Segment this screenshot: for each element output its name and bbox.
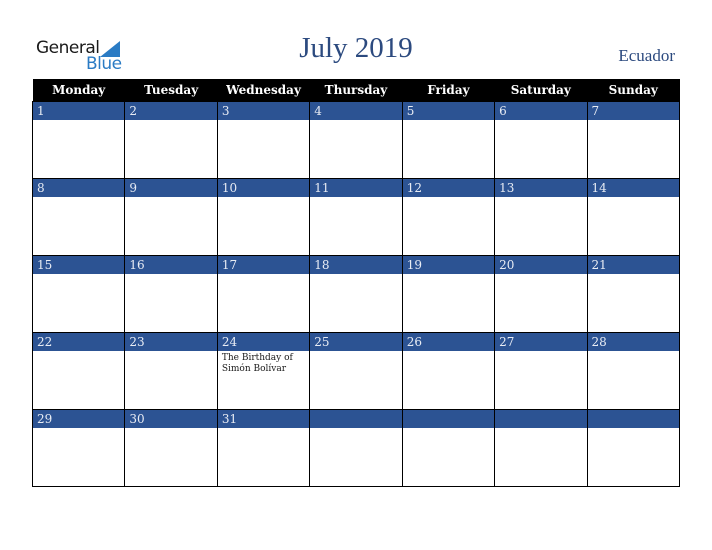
day-number — [310, 410, 402, 428]
day-cell[interactable]: 27 — [494, 332, 588, 410]
day-cell[interactable] — [586, 409, 681, 487]
day-cell[interactable]: 1 — [31, 101, 126, 179]
day-number: 10 — [217, 179, 310, 197]
day-cell[interactable] — [309, 409, 403, 487]
day-cell[interactable]: 14 — [586, 178, 681, 256]
day-number: 29 — [33, 410, 125, 428]
weekday-header: Sunday — [587, 79, 680, 102]
day-number: 8 — [33, 179, 125, 197]
day-cell[interactable]: 16 — [124, 255, 218, 333]
weekday-header: Wednesday — [217, 79, 310, 102]
day-cell[interactable]: 26 — [401, 332, 496, 410]
day-number — [587, 410, 679, 428]
weekday-header: Monday — [32, 79, 125, 102]
day-cell[interactable]: 15 — [31, 255, 126, 333]
day-cell[interactable]: 6 — [494, 101, 588, 179]
day-cell[interactable]: 28 — [586, 332, 681, 410]
day-number: 27 — [495, 333, 587, 351]
day-number: 16 — [125, 256, 217, 274]
day-number: 21 — [587, 256, 679, 274]
day-number: 2 — [125, 102, 217, 120]
day-cell[interactable]: 31 — [216, 409, 311, 487]
week-row: 1234567 — [31, 101, 681, 179]
day-number: 13 — [495, 179, 587, 197]
weekday-header-row: Monday Tuesday Wednesday Thursday Friday… — [32, 79, 680, 102]
day-number: 20 — [495, 256, 587, 274]
weekday-header: Tuesday — [124, 79, 218, 102]
day-number: 1 — [33, 102, 125, 120]
calendar-grid: Monday Tuesday Wednesday Thursday Friday… — [31, 79, 681, 487]
day-cell[interactable]: 10 — [216, 178, 311, 256]
day-number: 17 — [217, 256, 310, 274]
day-number: 14 — [587, 179, 679, 197]
weekday-header: Friday — [402, 79, 495, 102]
weekday-header: Thursday — [309, 79, 403, 102]
day-cell[interactable]: 21 — [586, 255, 681, 333]
day-cell[interactable]: 17 — [216, 255, 311, 333]
day-number: 25 — [310, 333, 402, 351]
day-number — [402, 410, 495, 428]
day-cell[interactable]: 29 — [31, 409, 126, 487]
day-number: 6 — [495, 102, 587, 120]
day-number: 18 — [310, 256, 402, 274]
day-number: 4 — [310, 102, 402, 120]
day-number: 19 — [402, 256, 495, 274]
day-cell[interactable] — [494, 409, 588, 487]
day-cell[interactable]: 3 — [216, 101, 311, 179]
day-cell[interactable]: 25 — [309, 332, 403, 410]
day-number: 23 — [125, 333, 217, 351]
day-number: 11 — [310, 179, 402, 197]
week-row: 22 23 24 The Birthday of Simón Bolívar 25 26 2… — [31, 332, 681, 410]
week-row: 29 30 31 — [31, 409, 681, 487]
day-cell[interactable]: 12 — [401, 178, 496, 256]
day-cell[interactable]: 24 The Birthday of Simón Bolívar — [216, 332, 311, 410]
day-number: 15 — [33, 256, 125, 274]
day-number: 22 — [33, 333, 125, 351]
day-number: 30 — [125, 410, 217, 428]
day-cell[interactable]: 20 — [494, 255, 588, 333]
day-cell[interactable]: 8 — [31, 178, 126, 256]
holiday-event: The Birthday of Simón Bolívar — [221, 353, 293, 374]
day-number: 24 — [217, 333, 310, 351]
day-cell[interactable]: 23 — [124, 332, 218, 410]
day-number: 26 — [402, 333, 495, 351]
day-cell[interactable]: 19 — [401, 255, 496, 333]
day-cell[interactable]: 9 — [124, 178, 218, 256]
day-number — [495, 410, 587, 428]
day-number: 7 — [587, 102, 679, 120]
day-number: 3 — [217, 102, 310, 120]
weekday-header: Saturday — [494, 79, 588, 102]
day-number: 5 — [402, 102, 495, 120]
day-number: 12 — [402, 179, 495, 197]
day-cell[interactable]: 22 — [31, 332, 126, 410]
week-row: 15 16 17 18 19 20 21 — [31, 255, 681, 333]
country-label: Ecuador — [618, 46, 675, 65]
day-cell[interactable]: 13 — [494, 178, 588, 256]
day-cell[interactable]: 7 — [586, 101, 681, 179]
day-cell[interactable]: 18 — [309, 255, 403, 333]
day-cell[interactable]: 4 — [309, 101, 403, 179]
day-number: 9 — [125, 179, 217, 197]
day-number: 28 — [587, 333, 679, 351]
week-row: 8 9 10 11 12 13 14 — [31, 178, 681, 256]
day-cell[interactable]: 30 — [124, 409, 218, 487]
day-cell[interactable] — [401, 409, 496, 487]
day-cell[interactable]: 11 — [309, 178, 403, 256]
calendar-title: July 2019 — [299, 32, 413, 64]
day-cell[interactable]: 2 — [124, 101, 218, 179]
day-number: 31 — [217, 410, 310, 428]
day-cell[interactable]: 5 — [401, 101, 496, 179]
